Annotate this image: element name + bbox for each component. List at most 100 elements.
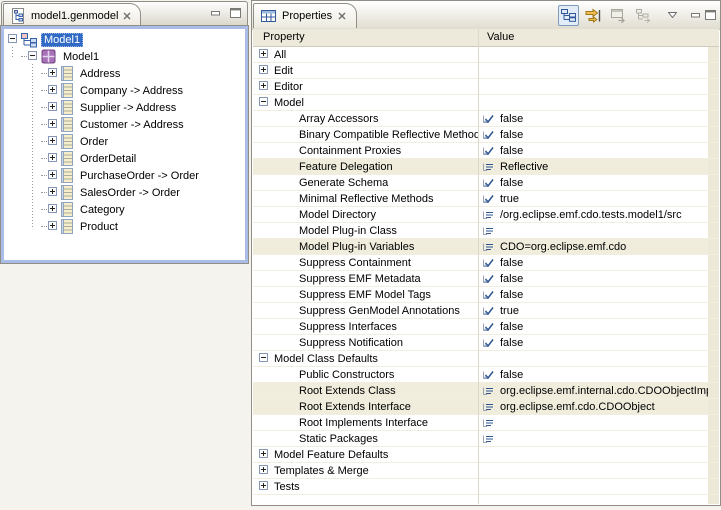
property-value-cell[interactable]: false: [478, 271, 708, 286]
expand-toggle-icon[interactable]: [48, 153, 57, 165]
property-value-cell[interactable]: [478, 223, 708, 238]
property-row[interactable]: Generate Schemafalse: [253, 175, 719, 191]
property-row[interactable]: Suppress GenModel Annotationstrue: [253, 303, 719, 319]
property-row[interactable]: Binary Compatible Reflective Methodsfals…: [253, 127, 719, 143]
tree-item[interactable]: Address: [4, 65, 245, 82]
tree-item[interactable]: SalesOrder -> Order: [4, 184, 245, 201]
property-value-cell[interactable]: false: [478, 335, 708, 350]
expand-toggle-icon[interactable]: [259, 49, 268, 61]
property-value-cell[interactable]: false: [478, 287, 708, 302]
expand-toggle-icon[interactable]: [259, 97, 268, 109]
property-value-cell[interactable]: [478, 47, 708, 62]
category-row[interactable]: Edit: [253, 63, 719, 79]
minimize-icon[interactable]: [211, 10, 221, 17]
tree-item[interactable]: Category: [4, 201, 245, 218]
maximize-icon[interactable]: [230, 8, 241, 18]
minimize-icon[interactable]: [691, 12, 701, 19]
category-row[interactable]: Templates & Merge: [253, 463, 719, 479]
property-row[interactable]: Suppress Containmentfalse: [253, 255, 719, 271]
category-row[interactable]: Model: [253, 95, 719, 111]
property-value-cell[interactable]: [478, 79, 708, 94]
tree-item[interactable]: PurchaseOrder -> Order: [4, 167, 245, 184]
property-value-cell[interactable]: false: [478, 127, 708, 142]
property-value-cell[interactable]: [478, 479, 708, 494]
tree-item[interactable]: Model1: [4, 48, 245, 65]
column-divider[interactable]: [478, 29, 479, 504]
expand-toggle-icon[interactable]: [259, 353, 268, 365]
property-value-cell[interactable]: CDO=org.eclipse.emf.cdo: [478, 239, 708, 254]
category-row[interactable]: Model Feature Defaults: [253, 447, 719, 463]
property-value-cell[interactable]: true: [478, 303, 708, 318]
column-header-property[interactable]: Property: [263, 31, 305, 43]
property-value-cell[interactable]: [478, 431, 708, 446]
property-row[interactable]: Model Plug-in VariablesCDO=org.eclipse.e…: [253, 239, 719, 255]
property-value-cell[interactable]: [478, 351, 708, 366]
expand-toggle-icon[interactable]: [48, 68, 57, 80]
properties-tab[interactable]: Properties: [253, 3, 357, 28]
property-row[interactable]: Model Plug-in Class: [253, 223, 719, 239]
property-value-cell[interactable]: false: [478, 143, 708, 158]
close-icon[interactable]: [338, 12, 346, 20]
show-categories-button[interactable]: [558, 5, 579, 26]
tree-item[interactable]: Order: [4, 133, 245, 150]
property-value-cell[interactable]: [478, 63, 708, 78]
property-row[interactable]: Root Extends Classorg.eclipse.emf.intern…: [253, 383, 719, 399]
show-advanced-properties-button[interactable]: [583, 5, 604, 26]
property-row[interactable]: Static Packages: [253, 431, 719, 447]
category-row[interactable]: Editor: [253, 79, 719, 95]
pin-to-selection-button[interactable]: [633, 5, 654, 26]
property-row[interactable]: Root Implements Interface: [253, 415, 719, 431]
property-value-cell[interactable]: true: [478, 191, 708, 206]
property-value-cell[interactable]: org.eclipse.emf.cdo.CDOObject: [478, 399, 708, 414]
property-value-cell[interactable]: false: [478, 111, 708, 126]
tree-item[interactable]: Customer -> Address: [4, 116, 245, 133]
expand-toggle-icon[interactable]: [48, 187, 57, 199]
expand-toggle-icon[interactable]: [48, 85, 57, 97]
tree-item[interactable]: Supplier -> Address: [4, 99, 245, 116]
category-row[interactable]: Tests: [253, 479, 719, 495]
restore-default-value-button[interactable]: [608, 5, 629, 26]
expand-toggle-icon[interactable]: [48, 170, 57, 182]
property-value-cell[interactable]: /org.eclipse.emf.cdo.tests.model1/src: [478, 207, 708, 222]
expand-toggle-icon[interactable]: [259, 65, 268, 77]
tree-item[interactable]: Product: [4, 218, 245, 235]
property-row[interactable]: Suppress Notificationfalse: [253, 335, 719, 351]
property-row[interactable]: Feature DelegationReflective: [253, 159, 719, 175]
expand-toggle-icon[interactable]: [259, 465, 268, 477]
property-value-cell[interactable]: [478, 415, 708, 430]
property-row[interactable]: Minimal Reflective Methodstrue: [253, 191, 719, 207]
expand-toggle-icon[interactable]: [48, 221, 57, 233]
column-header-value[interactable]: Value: [487, 31, 514, 43]
view-menu-icon[interactable]: [668, 12, 677, 18]
property-value-cell[interactable]: false: [478, 175, 708, 190]
expand-toggle-icon[interactable]: [48, 102, 57, 114]
property-row[interactable]: Array Accessorsfalse: [253, 111, 719, 127]
expand-toggle-icon[interactable]: [28, 51, 37, 63]
category-row[interactable]: All: [253, 47, 719, 63]
property-value-cell[interactable]: [478, 447, 708, 462]
property-value-cell[interactable]: false: [478, 255, 708, 270]
property-row[interactable]: Suppress EMF Model Tagsfalse: [253, 287, 719, 303]
property-row[interactable]: Suppress EMF Metadatafalse: [253, 271, 719, 287]
property-value-cell[interactable]: false: [478, 319, 708, 334]
editor-tab-model1-genmodel[interactable]: model1.genmodel: [3, 3, 141, 27]
property-value-cell[interactable]: false: [478, 367, 708, 382]
expand-toggle-icon[interactable]: [48, 204, 57, 216]
expand-toggle-icon[interactable]: [48, 119, 57, 131]
tree-item[interactable]: Model1: [4, 31, 245, 48]
property-value-cell[interactable]: Reflective: [478, 159, 708, 174]
property-row[interactable]: Root Extends Interfaceorg.eclipse.emf.cd…: [253, 399, 719, 415]
expand-toggle-icon[interactable]: [259, 81, 268, 93]
property-value-cell[interactable]: [478, 95, 708, 110]
expand-toggle-icon[interactable]: [259, 449, 268, 461]
property-value-cell[interactable]: [478, 463, 708, 478]
property-row[interactable]: Model Directory/org.eclipse.emf.cdo.test…: [253, 207, 719, 223]
close-icon[interactable]: [123, 12, 131, 20]
property-row[interactable]: Suppress Interfacesfalse: [253, 319, 719, 335]
expand-toggle-icon[interactable]: [8, 34, 17, 46]
category-row[interactable]: Model Class Defaults: [253, 351, 719, 367]
expand-toggle-icon[interactable]: [259, 481, 268, 493]
tree-item[interactable]: Company -> Address: [4, 82, 245, 99]
expand-toggle-icon[interactable]: [48, 136, 57, 148]
tree-item[interactable]: OrderDetail: [4, 150, 245, 167]
